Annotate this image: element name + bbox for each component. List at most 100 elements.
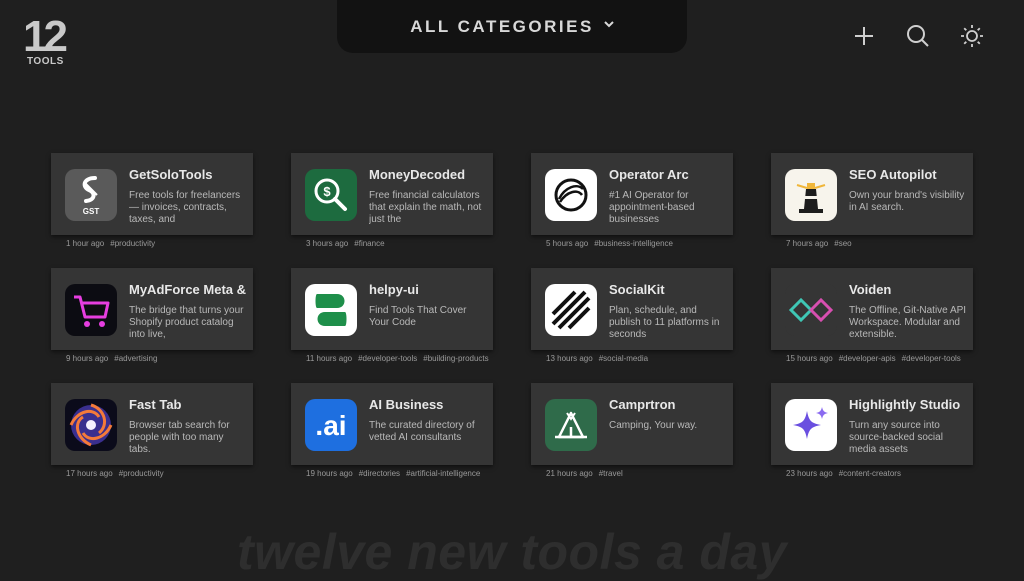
card-description: #1 AI Operator for appointment-based bus… [609,190,695,225]
tool-card[interactable]: SEO Autopilot Own your brand's visibilit… [771,153,975,248]
card-time: 7 hours ago [786,239,829,248]
tool-card[interactable]: .ai AI Business The curated directory of… [291,383,495,478]
ai-logo-text: .ai [315,410,346,441]
tool-grid: GST GetSoloTools Free tools for freelanc… [51,153,975,493]
category-label: ALL CATEGORIES [410,16,594,36]
card-title: AI Business [369,397,444,412]
card-meta: 3 hours ago #finance [306,239,391,248]
sparkle-icon [785,399,837,451]
card-tag[interactable]: #travel [599,469,623,478]
card-time: 19 hours ago [306,469,353,478]
card-meta: 9 hours ago #advertising [66,354,163,363]
moneydecoded-logo-icon: $ [305,169,357,221]
card-tag[interactable]: #content-creators [839,469,901,478]
card-time: 21 hours ago [546,469,593,478]
card-meta: 11 hours ago #developer-tools #building-pr… [306,354,495,363]
card-time: 9 hours ago [66,354,109,363]
card-description: Plan, schedule, and publish to 11 platfo… [609,305,720,340]
card-tag[interactable]: #developer-apis [839,354,896,363]
card-title: helpy-ui [369,282,419,297]
card-title: SocialKit [609,282,665,297]
card-time: 15 hours ago [786,354,833,363]
card-tag[interactable]: #social-media [599,354,648,363]
tool-card[interactable]: Camprtron Camping, Your way. 21 hours ag… [531,383,735,478]
tool-card[interactable]: SocialKit Plan, schedule, and publish to… [531,268,735,363]
tool-card[interactable]: MyAdForce Meta & IG The bridge that turn… [51,268,255,363]
card-meta: 19 hours ago #directories #artificial-inte… [306,469,486,478]
card-time: 11 hours ago [306,354,353,363]
sun-icon[interactable] [959,23,985,49]
shopping-cart-icon [65,284,117,336]
card-meta: 15 hours ago #developer-apis #developer-to… [786,354,967,363]
card-title: SEO Autopilot [849,167,937,182]
tool-card[interactable]: Fast Tab Browser tab search for people w… [51,383,255,478]
tent-icon [545,399,597,451]
card-time: 17 hours ago [66,469,113,478]
card-description: Free tools for freelancers — invoices, c… [129,190,241,225]
card-meta: 21 hours ago #travel [546,469,629,478]
card-description: The bridge that turns your Shopify produ… [129,305,244,340]
card-description: Find Tools That Cover Your Code [369,305,467,328]
card-tag[interactable]: #seo [834,239,851,248]
card-title: Voiden [849,282,892,297]
card-title: Fast Tab [129,397,182,412]
chevron-down-icon [604,15,614,33]
tagline: twelve new tools a day [236,524,788,580]
getsolotools-logo-icon: GST [65,169,117,221]
site-logo[interactable]: 12 TOOLS [23,13,79,69]
card-tag[interactable]: #developer-tools [358,354,417,363]
stripes-icon [545,284,597,336]
card-title: MoneyDecoded [369,167,466,182]
logo-number: 12 [23,12,68,61]
card-tag[interactable]: #advertising [114,354,157,363]
card-tag[interactable]: #developer-tools [902,354,961,363]
card-time: 1 hour ago [66,239,105,248]
card-meta: 13 hours ago #social-media [546,354,654,363]
tool-card[interactable]: Voiden The Offline, Git-Native API Works… [771,268,975,363]
logo-subtitle: TOOLS [27,56,64,67]
svg-text:GST: GST [83,207,100,216]
card-time: 5 hours ago [546,239,589,248]
card-tag[interactable]: #productivity [119,469,164,478]
helpy-ui-logo-icon [305,284,357,336]
infinity-icon [785,284,837,336]
card-tag[interactable]: #productivity [110,239,155,248]
card-meta: 23 hours ago #content-creators [786,469,907,478]
category-dropdown[interactable]: ALL CATEGORIES [337,0,687,53]
card-tag[interactable]: #finance [354,239,384,248]
card-description: Own your brand's visibility in AI search… [849,190,965,213]
card-tag[interactable]: #artificial-intelligence [406,469,480,478]
plus-icon[interactable] [851,23,877,49]
card-meta: 17 hours ago #productivity [66,469,170,478]
card-tag[interactable]: #directories [359,469,400,478]
card-time: 23 hours ago [786,469,833,478]
tool-card[interactable]: Highlightly Studio Turn any source into … [771,383,975,478]
card-tag[interactable]: #building-products [423,354,488,363]
card-meta: 7 hours ago #seo [786,239,858,248]
operator-arc-logo-icon [545,169,597,221]
card-description: Browser tab search for people with too m… [129,420,230,455]
card-title: GetSoloTools [129,167,213,182]
card-description: Camping, Your way. [609,420,698,431]
lighthouse-icon [785,169,837,221]
card-title: Operator Arc [609,167,689,182]
tool-card[interactable]: $ MoneyDecoded Free financial calculator… [291,153,495,248]
card-time: 13 hours ago [546,354,593,363]
card-title: Highlightly Studio [849,397,961,412]
tool-card[interactable]: helpy-ui Find Tools That Cover Your Code… [291,268,495,363]
card-description: Turn any source into source-backed socia… [849,420,943,455]
ai-logo-icon: .ai [305,399,357,451]
search-icon[interactable] [905,23,931,49]
tool-card[interactable]: Operator Arc #1 AI Operator for appointm… [531,153,735,248]
card-title: Camprtron [609,397,676,412]
card-title: MyAdForce Meta & IG [129,282,247,299]
card-description: The Offline, Git-Native API Workspace. M… [849,305,967,340]
tool-card[interactable]: GST GetSoloTools Free tools for freelanc… [51,153,255,248]
card-meta: 5 hours ago #business-intelligence [546,239,679,248]
card-meta: 1 hour ago #productivity [66,239,161,248]
svg-text:$: $ [323,184,331,199]
swirl-icon [65,399,117,451]
card-tag[interactable]: #business-intelligence [594,239,673,248]
card-time: 3 hours ago [306,239,349,248]
card-description: The curated directory of vetted AI consu… [369,420,475,443]
